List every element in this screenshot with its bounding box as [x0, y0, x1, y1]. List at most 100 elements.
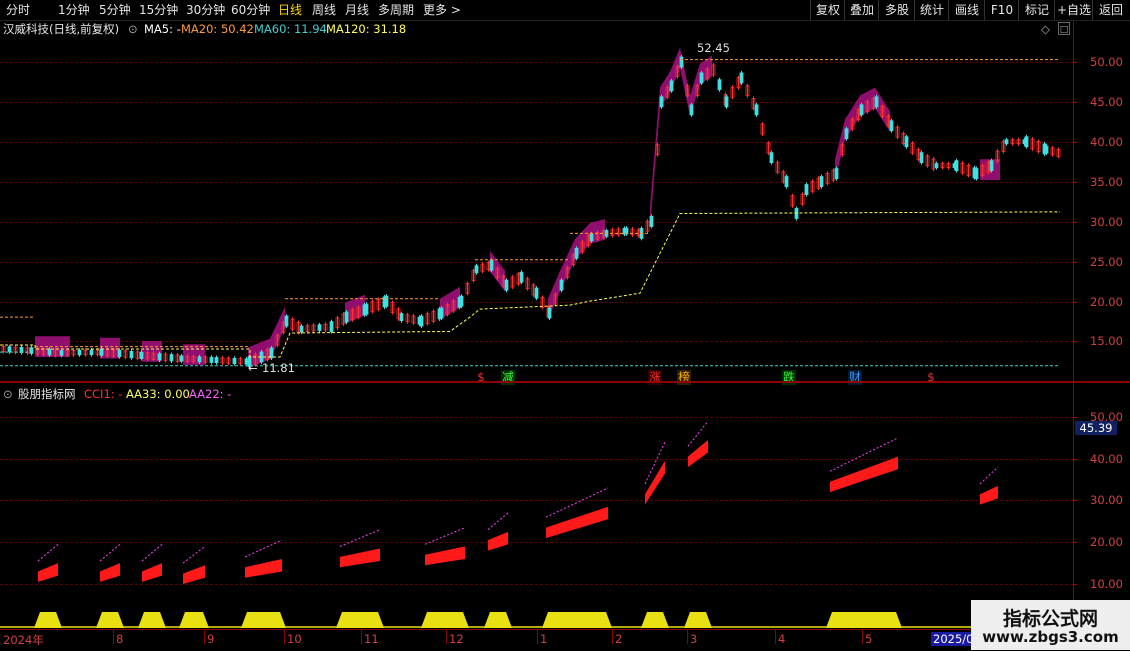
aa22-line — [141, 543, 163, 562]
candle-body — [169, 354, 174, 362]
indicator-menu-icon[interactable]: ⊙ — [128, 22, 138, 36]
tab-fenshi[interactable]: 分时 — [6, 2, 30, 18]
date-label: 10 — [287, 632, 302, 646]
candle-body — [739, 72, 744, 84]
draw-line-button[interactable]: 画线 — [948, 0, 985, 20]
date-divider — [113, 630, 114, 644]
add-favorite-button[interactable]: +自选 — [1054, 0, 1093, 20]
cci-band — [688, 439, 708, 468]
low-price-label: 11.81 — [262, 361, 295, 375]
ma5-value: MA5: - — [144, 22, 181, 36]
fuquan-button[interactable]: 复权 — [810, 0, 845, 20]
candle-body — [589, 233, 594, 242]
aa33-block — [138, 612, 166, 628]
y-tick — [1073, 102, 1077, 103]
candle-body — [1004, 139, 1009, 145]
tab-more[interactable]: 更多 > — [423, 2, 461, 18]
candle-body — [669, 80, 674, 92]
tab-1min[interactable]: 1分钟 — [58, 2, 90, 18]
candle-body — [834, 168, 839, 180]
candle-body — [209, 356, 214, 363]
stock-title: 汉威科技(日线,前复权) — [3, 22, 120, 36]
aa33-value: AA33: 0.00 — [126, 387, 190, 401]
mark-button[interactable]: 标记 — [1018, 0, 1055, 20]
date-label: 1 — [540, 632, 548, 646]
y-tick — [1073, 302, 1077, 303]
date-divider — [361, 630, 362, 644]
candle-body — [844, 128, 849, 140]
multi-stock-button[interactable]: 多股 — [878, 0, 915, 20]
cci-band — [425, 546, 465, 566]
panel-separator[interactable] — [0, 381, 1130, 383]
candle-body — [689, 104, 694, 116]
cci-band — [142, 563, 162, 582]
date-divider — [284, 630, 285, 644]
candle-body — [7, 346, 12, 353]
y-tick-label: 25.00 — [1090, 255, 1123, 269]
aa22-line — [182, 546, 206, 564]
aa22-line — [687, 420, 709, 447]
period-toolbar: 分时 1分钟 5分钟 15分钟 30分钟 60分钟 日线 周线 月线 多周期 更… — [0, 0, 1130, 21]
candle-body — [317, 324, 322, 331]
candle-body — [519, 271, 524, 283]
candle-body — [819, 176, 824, 187]
band-area — [248, 306, 285, 369]
sub-indicator-menu-icon[interactable]: ⊙ — [3, 387, 13, 401]
candle-body — [47, 348, 52, 356]
candle-body — [859, 104, 864, 116]
date-label: 3 — [690, 632, 698, 646]
stats-button[interactable]: 统计 — [914, 0, 949, 20]
indicator-chart[interactable] — [0, 400, 1073, 629]
back-button[interactable]: 返回 — [1092, 0, 1129, 20]
watermark: 指标公式网 www.zbgs3.com — [971, 600, 1130, 650]
candle-body — [474, 265, 479, 274]
y-tick-label: 35.00 — [1090, 175, 1123, 189]
tab-daily[interactable]: 日线 — [278, 2, 302, 18]
aa33-block — [179, 612, 209, 628]
diamond-icon[interactable]: ◇ — [1041, 22, 1050, 36]
candle-body — [1024, 136, 1029, 148]
date-divider — [862, 630, 863, 644]
candle-body — [769, 152, 774, 164]
date-label: 2024年 — [3, 633, 44, 647]
f10-button[interactable]: F10 — [984, 0, 1019, 20]
candle-body — [679, 56, 684, 68]
ma120-value: MA120: 31.18 — [326, 22, 407, 36]
candle-body — [904, 136, 909, 148]
candle-body — [649, 216, 654, 227]
candle-body — [504, 279, 509, 291]
cci-band — [980, 485, 998, 505]
candle-body — [919, 152, 924, 164]
y-tick — [1073, 62, 1077, 63]
aa33-block — [96, 612, 124, 628]
tab-30min[interactable]: 30分钟 — [186, 2, 225, 18]
candle-body — [574, 247, 579, 259]
y-tick — [1073, 417, 1077, 418]
candle-body — [384, 295, 389, 307]
y-tick — [1073, 459, 1077, 460]
overlay-button[interactable]: 叠加 — [844, 0, 879, 20]
candle-body — [699, 72, 704, 84]
aa22-line — [99, 543, 121, 562]
y-tick-label: 15.00 — [1090, 334, 1123, 348]
aa33-block — [684, 612, 712, 628]
candlestick-chart[interactable] — [0, 36, 1073, 381]
candle-body — [754, 104, 759, 116]
date-divider — [612, 630, 613, 644]
candle-body — [299, 325, 304, 333]
y-tick — [1073, 182, 1077, 183]
candle-body — [489, 259, 494, 271]
tab-weekly[interactable]: 周线 — [312, 2, 336, 18]
candle-body — [399, 313, 404, 321]
cci-band — [100, 563, 120, 582]
candle-body — [99, 348, 104, 356]
tab-monthly[interactable]: 月线 — [345, 2, 369, 18]
tab-15min[interactable]: 15分钟 — [139, 2, 178, 18]
tab-multi-period[interactable]: 多周期 — [378, 2, 414, 18]
date-label: 5 — [865, 632, 873, 646]
cci-band — [645, 460, 665, 505]
tab-5min[interactable]: 5分钟 — [99, 2, 131, 18]
candle-body — [534, 287, 539, 299]
window-toggle-icon[interactable]: □ — [1058, 22, 1070, 35]
tab-60min[interactable]: 60分钟 — [231, 2, 270, 18]
